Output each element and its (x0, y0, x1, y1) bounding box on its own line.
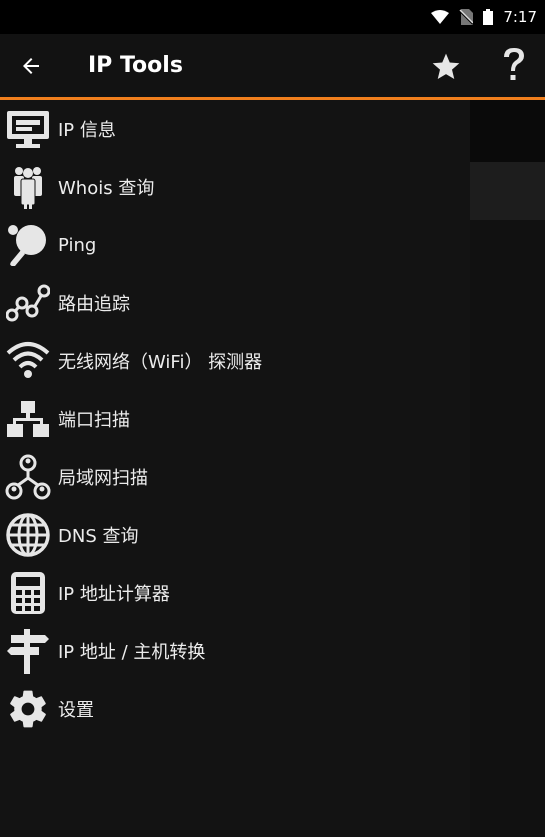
page-title: IP Tools (88, 53, 183, 78)
people-icon (4, 163, 52, 211)
arrow-left-icon (23, 58, 39, 74)
globe-icon (4, 511, 52, 559)
app-toolbar: IP Tools (0, 34, 545, 100)
menu-item-port-scan[interactable]: 端口扫描 (0, 390, 470, 448)
status-bar: 7:17 (0, 0, 545, 34)
star-icon (432, 53, 460, 79)
menu-item-lan-scan[interactable]: 局域网扫描 (0, 448, 470, 506)
help-button[interactable] (496, 45, 532, 85)
back-button[interactable] (16, 51, 46, 81)
menu-item-ping[interactable]: Ping (0, 216, 470, 274)
no-sim-icon (459, 9, 474, 25)
wifi-status-icon (431, 10, 450, 24)
menu-item-label: Whois 查询 (58, 178, 155, 199)
menu-item-wifi-scanner[interactable]: 无线网络（WiFi） 探测器 (0, 332, 470, 390)
route-icon (4, 279, 52, 327)
menu-item-label: 路由追踪 (58, 294, 130, 315)
menu-item-settings[interactable]: 设置 (0, 680, 470, 738)
navigation-drawer: IP 信息 Whois 查询 Ping 路由追踪 无线网络（WiFi） 探测器 … (0, 100, 470, 837)
menu-item-label: IP 地址计算器 (58, 584, 170, 605)
menu-item-label: IP 信息 (58, 120, 116, 141)
network-blocks-icon (4, 395, 52, 443)
gear-icon (4, 685, 52, 733)
menu-item-whois[interactable]: Whois 查询 (0, 158, 470, 216)
favorite-button[interactable] (428, 49, 464, 85)
ping-pong-icon (4, 221, 52, 269)
calculator-icon (4, 569, 52, 617)
wifi-icon (4, 337, 52, 385)
menu-item-label: DNS 查询 (58, 526, 139, 547)
status-time: 7:17 (503, 8, 537, 26)
question-mark-icon (504, 48, 524, 80)
monitor-icon (4, 105, 52, 153)
menu-item-label: 无线网络（WiFi） 探测器 (58, 352, 263, 373)
menu-item-label: 端口扫描 (58, 410, 130, 431)
lan-nodes-icon (4, 453, 52, 501)
menu-item-label: Ping (58, 234, 97, 256)
menu-item-label: IP 地址 / 主机转换 (58, 642, 206, 663)
menu-item-label: 局域网扫描 (58, 468, 148, 489)
battery-icon (483, 9, 494, 25)
menu-item-dns-lookup[interactable]: DNS 查询 (0, 506, 470, 564)
menu-item-label: 设置 (58, 700, 94, 721)
menu-item-traceroute[interactable]: 路由追踪 (0, 274, 470, 332)
menu-item-ip-info[interactable]: IP 信息 (0, 100, 470, 158)
content-row (470, 162, 545, 220)
menu-item-ip-host-converter[interactable]: IP 地址 / 主机转换 (0, 622, 470, 680)
menu-item-ip-calculator[interactable]: IP 地址计算器 (0, 564, 470, 622)
signpost-icon (4, 627, 52, 675)
content-row (470, 100, 545, 162)
